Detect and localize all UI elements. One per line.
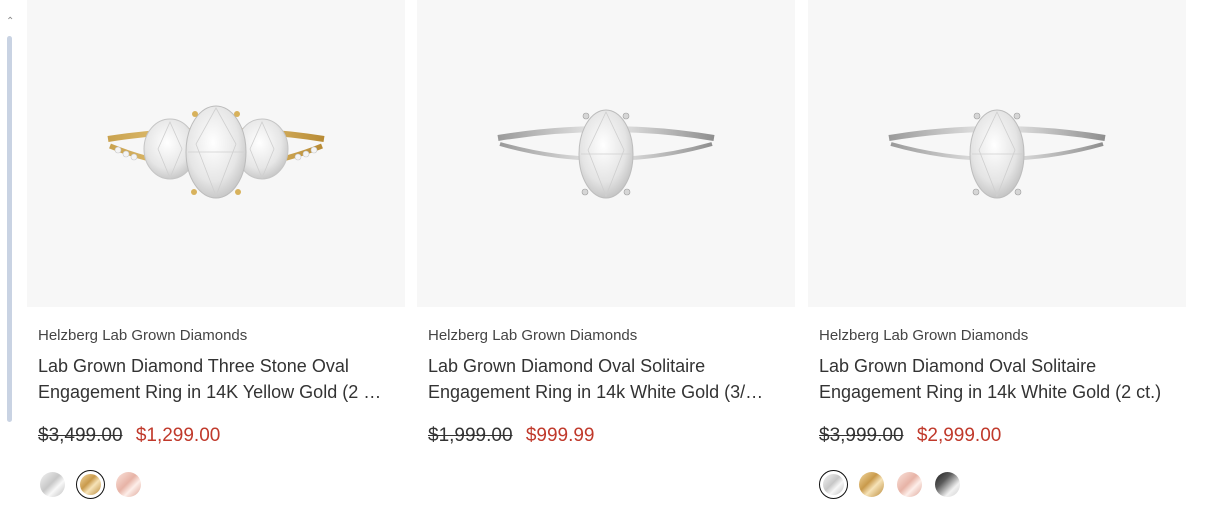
three-stone-ring-image [107, 105, 325, 198]
product-image[interactable] [27, 0, 405, 307]
sale-price: $2,999.00 [916, 425, 1002, 446]
metal-swatches [38, 470, 143, 499]
product-title-line[interactable]: Lab Grown Diamond Three Stone Oval [38, 353, 398, 379]
yellow-gold-swatch[interactable] [76, 470, 105, 499]
metal-swatches [819, 470, 962, 499]
original-price: $3,499.00 [38, 425, 123, 446]
vertical-scrollbar[interactable]: ⌃ [6, 16, 14, 426]
product-image[interactable] [417, 0, 795, 307]
white-gold-swatch[interactable] [819, 470, 848, 499]
product-title-line[interactable]: Engagement Ring in 14k White Gold (2 ct.… [819, 379, 1179, 405]
yellow-gold-swatch[interactable] [857, 470, 886, 499]
scrollbar-thumb[interactable] [7, 36, 12, 422]
product-title-line[interactable]: Lab Grown Diamond Oval Solitaire [819, 353, 1179, 379]
product-title-line[interactable]: Engagement Ring in 14K Yellow Gold (2 … [38, 379, 398, 405]
chevron-up-icon[interactable]: ⌃ [6, 16, 14, 28]
product-image[interactable] [808, 0, 1186, 307]
product-title[interactable]: Lab Grown Diamond Three Stone Oval Engag… [38, 353, 398, 405]
product-title[interactable]: Lab Grown Diamond Oval Solitaire Engagem… [428, 353, 788, 405]
black-gold-swatch[interactable] [933, 470, 962, 499]
product-title[interactable]: Lab Grown Diamond Oval Solitaire Engagem… [819, 353, 1179, 405]
product-brand: Helzberg Lab Grown Diamonds [428, 327, 638, 344]
product-brand: Helzberg Lab Grown Diamonds [38, 327, 248, 344]
product-grid: Helzberg Lab Grown Diamonds Lab Grown Di… [27, 0, 1187, 513]
product-title-line[interactable]: Engagement Ring in 14k White Gold (3/… [428, 379, 788, 405]
solitaire-ring-image [888, 109, 1106, 198]
sale-price: $999.99 [525, 425, 595, 446]
white-gold-swatch[interactable] [38, 470, 67, 499]
product-brand: Helzberg Lab Grown Diamonds [819, 327, 1029, 344]
product-price: $3,999.00 $2,999.00 [819, 425, 1001, 447]
product-price: $1,999.00 $999.99 [428, 425, 595, 447]
original-price: $3,999.00 [819, 425, 904, 446]
original-price: $1,999.00 [428, 425, 513, 446]
solitaire-ring-image [497, 109, 715, 198]
rose-gold-swatch[interactable] [114, 470, 143, 499]
product-card[interactable]: Helzberg Lab Grown Diamonds Lab Grown Di… [417, 0, 795, 513]
product-price: $3,499.00 $1,299.00 [38, 425, 220, 447]
sale-price: $1,299.00 [135, 425, 221, 446]
product-card[interactable]: Helzberg Lab Grown Diamonds Lab Grown Di… [808, 0, 1186, 513]
product-title-line[interactable]: Lab Grown Diamond Oval Solitaire [428, 353, 788, 379]
product-card[interactable]: Helzberg Lab Grown Diamonds Lab Grown Di… [27, 0, 405, 513]
rose-gold-swatch[interactable] [895, 470, 924, 499]
